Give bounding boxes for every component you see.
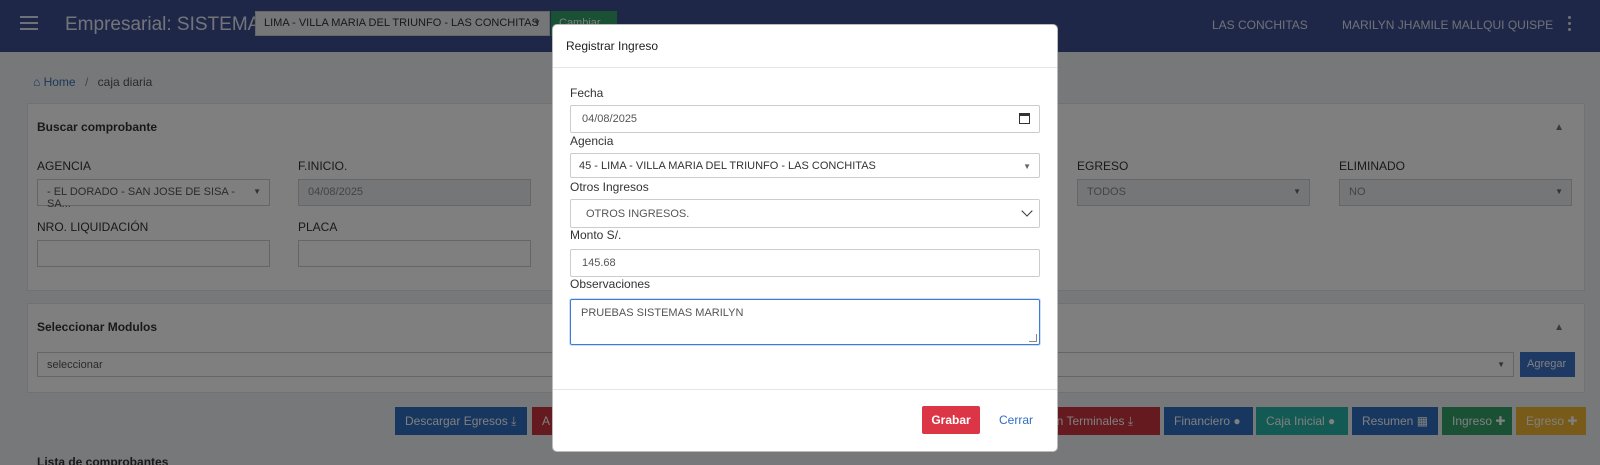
chevron-down-icon bbox=[1021, 205, 1033, 217]
observaciones-label: Observaciones bbox=[570, 277, 651, 291]
cerrar-button[interactable]: Cerrar bbox=[993, 406, 1039, 434]
agencia-value: 45 - LIMA - VILLA MARIA DEL TRIUNFO - LA… bbox=[579, 160, 876, 172]
otros-ingresos-value: OTROS INGRESOS. bbox=[586, 208, 690, 220]
grabar-button[interactable]: Grabar bbox=[922, 406, 980, 434]
observaciones-textarea[interactable]: PRUEBAS SISTEMAS MARILYN bbox=[570, 299, 1040, 345]
agencia-label: Agencia bbox=[570, 134, 614, 148]
caret-down-icon: ▼ bbox=[1023, 162, 1031, 171]
monto-input[interactable]: 145.68 bbox=[570, 249, 1040, 277]
monto-value: 145.68 bbox=[582, 257, 616, 269]
resize-handle-icon[interactable] bbox=[1029, 334, 1037, 342]
fecha-value: 04/08/2025 bbox=[582, 113, 638, 125]
fecha-label: Fecha bbox=[570, 86, 604, 100]
agencia-select[interactable]: 45 - LIMA - VILLA MARIA DEL TRIUNFO - LA… bbox=[570, 153, 1040, 178]
fecha-input[interactable]: 04/08/2025 bbox=[570, 105, 1040, 133]
monto-label: Monto S/. bbox=[570, 228, 622, 242]
otros-ingresos-label: Otros Ingresos bbox=[570, 180, 649, 194]
modal-footer-divider bbox=[553, 389, 1057, 390]
modal-title: Registrar Ingreso bbox=[566, 39, 659, 53]
otros-ingresos-select[interactable]: OTROS INGRESOS. bbox=[570, 199, 1040, 228]
observaciones-value: PRUEBAS SISTEMAS MARILYN bbox=[581, 307, 744, 319]
registrar-ingreso-modal: Registrar Ingreso Fecha 04/08/2025 Agenc… bbox=[552, 24, 1058, 452]
modal-header: Registrar Ingreso bbox=[553, 25, 1057, 68]
calendar-icon[interactable] bbox=[1019, 113, 1030, 124]
